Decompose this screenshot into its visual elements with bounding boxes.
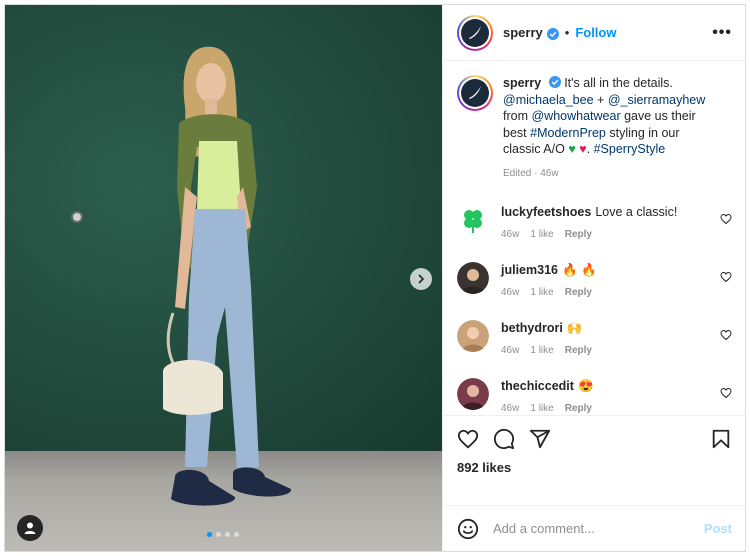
comment-text: Love a classic! [595,205,678,219]
photo-wall-bolt [71,211,83,223]
header-separator: • [564,25,570,40]
carousel-dot [207,532,212,537]
post-sidebar: sperry • Follow ••• sperry It's all in t… [442,5,746,551]
mention-link[interactable]: @_sierramayhew [608,93,705,107]
emoji-smiley-icon[interactable] [457,518,479,540]
profile-photo-icon [457,378,489,410]
red-heart-emoji: ♥ [579,142,587,156]
caption-text: sperry It's all in the details. @michael… [503,75,718,182]
chevron-right-icon [418,274,425,284]
green-heart-emoji: ♥ [568,142,576,156]
likes-count[interactable]: 892 likes [457,460,732,475]
comment-username[interactable]: juliem316 [501,263,558,277]
post-modal: sperry • Follow ••• sperry It's all in t… [4,4,746,552]
comment-time[interactable]: 46w [501,229,519,240]
comment-item: juliem316 🔥 🔥 46w 1 like Reply [457,262,732,298]
caption-meta: Edited · 46w [503,167,559,179]
add-comment-bar: Post [443,505,746,551]
heart-outline-icon[interactable] [720,213,732,225]
commenter-avatar[interactable] [457,378,489,410]
comment-text: 🔥 🔥 [561,263,597,277]
post-header: sperry • Follow ••• [443,5,746,61]
sperry-logo-icon [461,79,489,107]
caption-plus: + [597,92,605,107]
caption-from: from [503,109,528,123]
header-username[interactable]: sperry [503,25,543,40]
comment-meta: 46w 1 like Reply [501,229,677,240]
profile-photo-icon [457,320,489,352]
profile-avatar[interactable] [457,14,493,51]
sperry-logo-icon [461,18,489,47]
carousel-dots [207,532,239,537]
hashtag-link[interactable]: #SperryStyle [594,142,666,156]
post-actions [457,428,732,450]
carousel-dot [234,532,239,537]
comment-item: thechiccedit 😍 46w 1 like Reply [457,378,732,414]
comment-text: 😍 [577,379,594,393]
comment-likes[interactable]: 1 like [530,287,553,298]
caption-avatar[interactable] [457,75,493,111]
comment-meta: 46w 1 like Reply [501,287,597,298]
commenter-avatar[interactable] [457,320,489,352]
comment-likes[interactable]: 1 like [530,403,553,414]
comment-time[interactable]: 46w [501,403,519,414]
comment-likes[interactable]: 1 like [530,345,553,356]
bookmark-icon[interactable] [710,428,732,450]
comment-time[interactable]: 46w [501,345,519,356]
post-caption: sperry It's all in the details. @michael… [457,75,732,182]
profile-photo-icon [457,262,489,294]
comment-username[interactable]: thechiccedit [501,379,574,393]
post-actions-area: 892 likes [443,415,746,505]
post-photo[interactable] [5,5,442,551]
heart-outline-icon[interactable] [720,387,732,399]
mention-link[interactable]: @whowhatwear [531,109,620,123]
follow-button[interactable]: Follow [575,25,616,40]
verified-badge-icon [548,76,561,88]
comment-likes[interactable]: 1 like [530,229,553,240]
reply-button[interactable]: Reply [565,403,592,414]
comment-username[interactable]: luckyfeetshoes [501,205,591,219]
verified-badge-icon [546,27,559,40]
post-comment-button[interactable]: Post [704,521,732,536]
heart-outline-icon[interactable] [720,329,732,341]
share-paper-plane-icon[interactable] [529,428,551,450]
hashtag-link[interactable]: #ModernPrep [530,126,606,140]
comment-bubble-icon[interactable] [493,428,515,450]
carousel-next-button[interactable] [410,268,432,290]
photo-person [163,46,292,506]
caption-text-1: It's all in the details. [564,76,673,90]
reply-button[interactable]: Reply [565,287,592,298]
comment-item: luckyfeetshoes Love a classic! 46w 1 like… [457,204,732,240]
reply-button[interactable]: Reply [565,229,592,240]
comment-time[interactable]: 46w [501,287,519,298]
user-icon [24,522,36,534]
tagged-users-button[interactable] [17,515,43,541]
heart-outline-icon[interactable] [720,271,732,283]
mention-link[interactable]: @michaela_bee [503,93,594,107]
comment-text: 🙌 [566,321,583,335]
clover-logo-icon [457,204,489,236]
caption-text-4: . [586,142,591,156]
comment-meta: 46w 1 like Reply [501,345,592,356]
commenter-avatar[interactable] [457,204,489,236]
comment-meta: 46w 1 like Reply [501,403,594,414]
comment-item: bethydrori 🙌 46w 1 like Reply [457,320,732,356]
more-options-button[interactable]: ••• [712,24,732,42]
like-heart-icon[interactable] [457,428,479,450]
carousel-dot [216,532,221,537]
comment-username[interactable]: bethydrori [501,321,563,335]
carousel-dot [225,532,230,537]
comment-input[interactable] [493,521,693,536]
caption-username[interactable]: sperry [503,76,541,90]
comments-list[interactable]: sperry It's all in the details. @michael… [443,61,746,415]
commenter-avatar[interactable] [457,262,489,294]
reply-button[interactable]: Reply [565,345,592,356]
